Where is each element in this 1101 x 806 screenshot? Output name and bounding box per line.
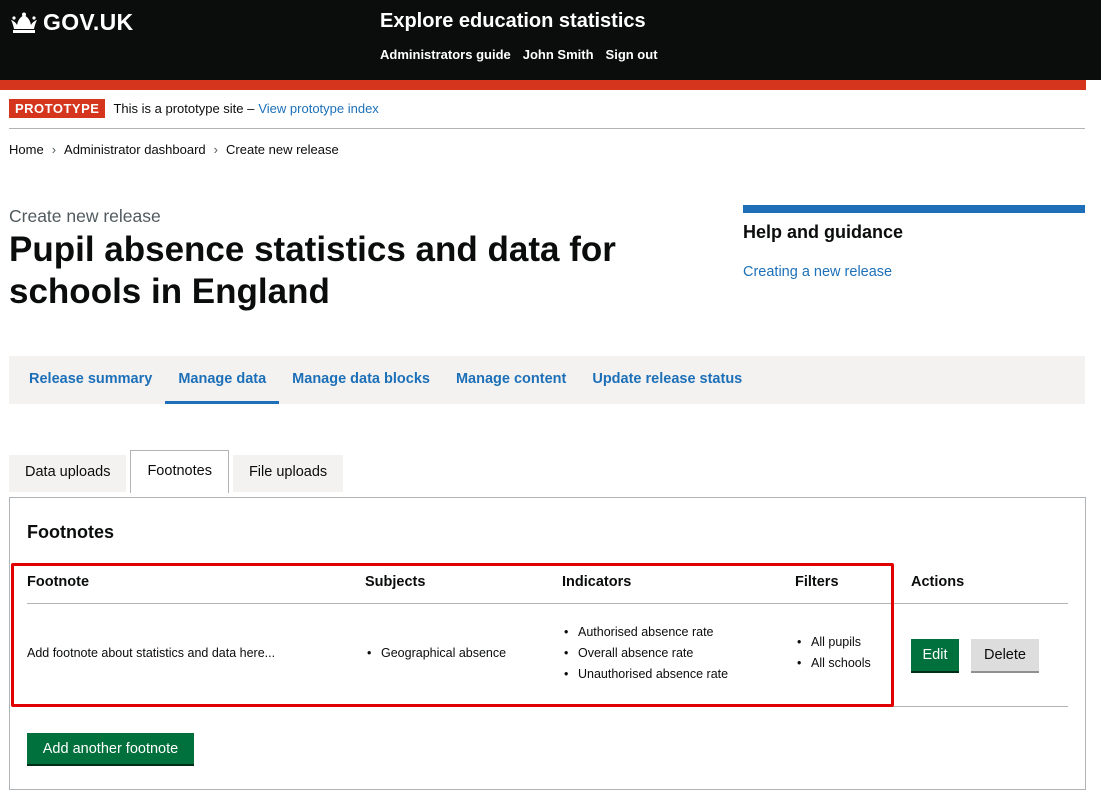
nav-manage-data-blocks[interactable]: Manage data blocks <box>279 356 443 404</box>
chevron-right-icon: › <box>213 142 219 157</box>
logo-text: GOV.UK <box>43 9 134 35</box>
prototype-text: This is a prototype site – <box>113 101 255 116</box>
nav-update-release-status[interactable]: Update release status <box>579 356 755 404</box>
divider <box>9 128 1085 129</box>
nav-manage-content[interactable]: Manage content <box>443 356 579 404</box>
release-nav: Release summary Manage data Manage data … <box>9 356 1085 404</box>
column-header-actions: Actions <box>911 574 965 590</box>
breadcrumb-administrator-dashboard[interactable]: Administrator dashboard <box>64 142 206 157</box>
govuk-logo-link[interactable]: GOV.UK <box>10 9 133 36</box>
header-accent-bar <box>0 80 1086 90</box>
add-another-footnote-button[interactable]: Add another footnote <box>27 733 194 764</box>
header-nav-administrators-guide[interactable]: Administrators guide <box>380 47 511 62</box>
tab-data-uploads[interactable]: Data uploads <box>9 455 127 492</box>
footnotes-title: Footnotes <box>27 522 114 542</box>
header-nav-user-name[interactable]: John Smith <box>523 47 594 62</box>
tab-footnotes[interactable]: Footnotes <box>130 450 229 493</box>
tab-file-uploads[interactable]: File uploads <box>232 455 344 492</box>
page-caption: Create new release <box>9 206 161 226</box>
delete-footnote-button[interactable]: Delete <box>971 639 1039 671</box>
guidance-link-creating-release[interactable]: Creating a new release <box>743 264 892 280</box>
header-nav: Administrators guide John Smith Sign out <box>380 47 658 62</box>
site-header: GOV.UK Explore education statistics Admi… <box>0 0 1101 80</box>
breadcrumb: Home › Administrator dashboard › Create … <box>9 142 339 157</box>
breadcrumb-create-new-release[interactable]: Create new release <box>226 142 339 157</box>
prototype-index-link[interactable]: View prototype index <box>258 101 378 116</box>
chevron-right-icon: › <box>51 142 57 157</box>
guidance-title: Help and guidance <box>743 222 904 242</box>
nav-release-summary[interactable]: Release summary <box>16 356 165 404</box>
nav-manage-data[interactable]: Manage data <box>165 356 280 404</box>
highlight-box <box>11 563 894 707</box>
page-title: Pupil absence statistics and data for sc… <box>9 230 616 311</box>
guidance-accent-bar <box>743 205 1085 213</box>
edit-footnote-button[interactable]: Edit <box>911 639 959 671</box>
crown-icon <box>10 12 38 34</box>
header-nav-sign-out[interactable]: Sign out <box>606 47 658 62</box>
prototype-banner: PROTOTYPE This is a prototype site – Vie… <box>9 99 379 118</box>
breadcrumb-home[interactable]: Home <box>9 142 44 157</box>
tab-list: Data uploads Footnotes File uploads <box>9 450 347 493</box>
prototype-tag: PROTOTYPE <box>9 99 106 118</box>
service-name[interactable]: Explore education statistics <box>380 10 646 33</box>
